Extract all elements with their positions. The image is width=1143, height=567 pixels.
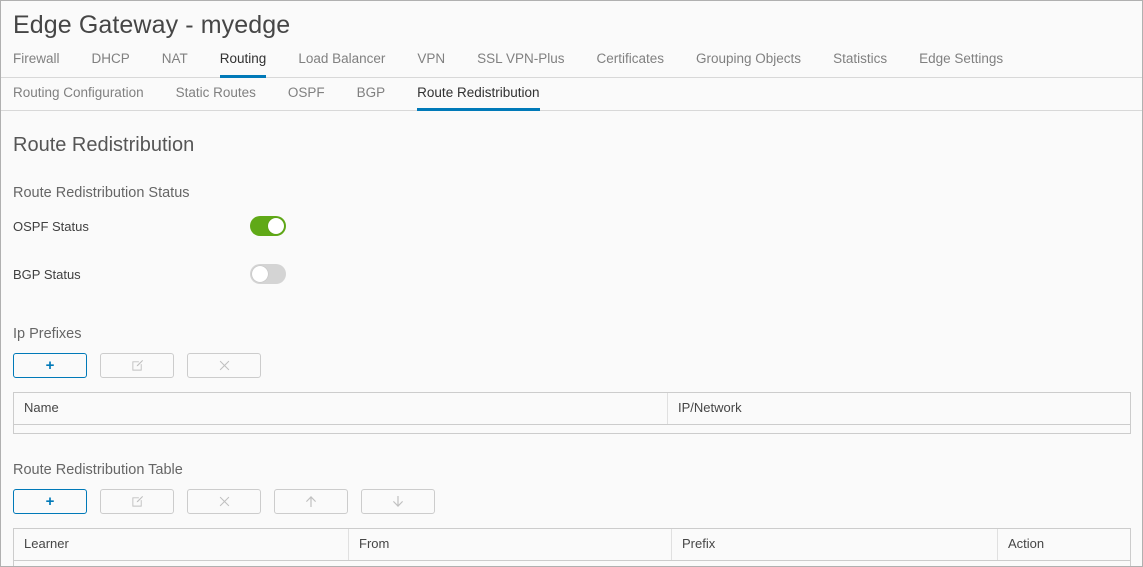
subtab-ospf[interactable]: OSPF	[288, 85, 325, 111]
bgp-status-label: BGP Status	[13, 266, 81, 282]
close-x-icon	[219, 496, 230, 507]
ospf-status-label: OSPF Status	[13, 218, 89, 234]
toggle-knob	[268, 218, 284, 234]
column-header-name[interactable]: Name	[14, 393, 668, 424]
column-header-from[interactable]: From	[349, 529, 672, 560]
table-body-empty	[14, 560, 1130, 566]
bgp-status-toggle[interactable]	[250, 264, 286, 284]
tab-vpn[interactable]: VPN	[417, 51, 445, 78]
primary-tab-bar: Firewall DHCP NAT Routing Load Balancer VPN SS…	[1, 46, 1142, 78]
redistribution-table-label: Route Redistribution Table	[13, 462, 183, 478]
subtab-static-routes[interactable]: Static Routes	[176, 85, 256, 111]
tab-grouping-objects[interactable]: Grouping Objects	[696, 51, 801, 78]
page-title: Edge Gateway - myedge	[13, 11, 291, 39]
redistribution-toolbar: +	[13, 489, 1130, 514]
subtab-bgp[interactable]: BGP	[357, 85, 386, 111]
edit-pencil-icon	[131, 495, 144, 508]
ip-prefixes-toolbar: +	[13, 353, 1130, 378]
ospf-status-toggle[interactable]	[250, 216, 286, 236]
redistribution-table: Learner From Prefix Action	[13, 528, 1131, 566]
column-header-prefix[interactable]: Prefix	[672, 529, 998, 560]
tab-ssl-vpn-plus[interactable]: SSL VPN-Plus	[477, 51, 564, 78]
column-header-learner[interactable]: Learner	[14, 529, 349, 560]
title-bar: Edge Gateway - myedge	[1, 1, 1142, 46]
plus-icon: +	[45, 493, 55, 510]
delete-button	[187, 353, 261, 378]
edge-gateway-window: Edge Gateway - myedge Firewall DHCP NAT Rou…	[0, 0, 1143, 567]
tab-load-balancer[interactable]: Load Balancer	[298, 51, 385, 78]
close-x-icon	[219, 360, 230, 371]
tab-certificates[interactable]: Certificates	[596, 51, 664, 78]
tab-edge-settings[interactable]: Edge Settings	[919, 51, 1003, 78]
table-header-row: Name IP/Network	[14, 393, 1130, 424]
bgp-status-row: BGP Status	[13, 250, 1130, 298]
ip-prefixes-table: Name IP/Network	[13, 392, 1131, 434]
plus-icon: +	[45, 357, 55, 374]
column-header-action[interactable]: Action	[998, 529, 1130, 560]
add-button[interactable]: +	[13, 353, 87, 378]
status-section-label: Route Redistribution Status	[13, 185, 190, 201]
arrow-down-icon	[392, 495, 404, 508]
add-button[interactable]: +	[13, 489, 87, 514]
tab-firewall[interactable]: Firewall	[13, 51, 60, 78]
edit-button	[100, 489, 174, 514]
ospf-status-row: OSPF Status	[13, 202, 1130, 250]
secondary-tab-bar: Routing Configuration Static Routes OSPF BG…	[1, 78, 1142, 111]
table-header-row: Learner From Prefix Action	[14, 529, 1130, 560]
move-up-button	[274, 489, 348, 514]
move-down-button	[361, 489, 435, 514]
ip-prefixes-label: Ip Prefixes	[13, 326, 82, 342]
delete-button	[187, 489, 261, 514]
toggle-knob	[252, 266, 268, 282]
column-header-ip-network[interactable]: IP/Network	[668, 393, 1130, 424]
tab-statistics[interactable]: Statistics	[833, 51, 887, 78]
edit-pencil-icon	[131, 359, 144, 372]
table-body-empty	[14, 424, 1130, 433]
subtab-routing-configuration[interactable]: Routing Configuration	[13, 85, 144, 111]
tab-routing[interactable]: Routing	[219, 51, 267, 78]
subtab-route-redistribution[interactable]: Route Redistribution	[417, 85, 540, 111]
tab-dhcp[interactable]: DHCP	[92, 51, 130, 78]
tab-nat[interactable]: NAT	[162, 51, 188, 78]
section-title: Route Redistribution	[13, 134, 195, 156]
content-area: Route Redistribution Route Redistributio…	[1, 133, 1142, 566]
edit-button	[100, 353, 174, 378]
arrow-up-icon	[305, 495, 317, 508]
